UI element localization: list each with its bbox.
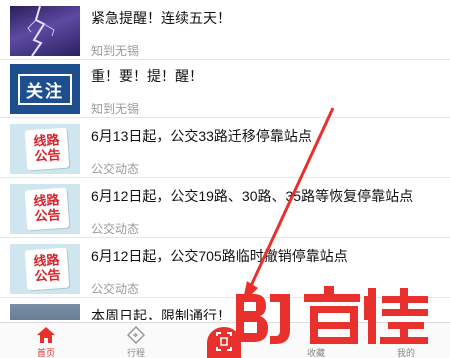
route-notice-text: 线路公告 [32,192,62,224]
list-item[interactable]: 紧急提醒！连续五天！ 知到无锡 [0,2,450,60]
list-item[interactable]: 关注 重！要！提！醒！ 知到无锡 [0,60,450,118]
news-source: 公交动态 [91,282,140,296]
tab-home[interactable]: 首页 [16,323,76,358]
news-source: 知到无锡 [91,102,140,116]
tab-trip[interactable]: 行程 [106,323,166,358]
route-notice-image: 线路公告 [10,124,80,174]
route-notice-image: 线路公告 [10,244,80,294]
news-title: 6月12日起，公交19路、30路、35路等恢复停靠站点 [91,188,414,204]
route-notice-text: 线路公告 [32,252,62,284]
news-source: 公交动态 [91,222,140,236]
list-item[interactable]: 线路公告 6月12日起，公交19路、30路、35路等恢复停靠站点 公交动态 [0,180,450,238]
news-title: 6月12日起，公交705路临时撤销停靠站点 [91,248,348,264]
route-notice-image: 线路公告 [10,184,80,234]
news-feed: 紧急提醒！连续五天！ 知到无锡 关注 重！要！提！醒！ 知到无锡 线路公告 6月… [0,0,450,320]
news-title: 重！要！提！醒！ [91,68,203,84]
follow-banner-text: 关注 [18,73,72,105]
news-title: 紧急提醒！连续五天！ [91,10,231,26]
lightning-storm-image [10,6,80,56]
news-source: 公交动态 [91,162,140,176]
home-icon [37,327,55,343]
road-image [10,304,80,320]
tab-label: 首页 [36,348,55,358]
list-item[interactable]: 线路公告 6月13日起，公交33路迁移停靠站点 公交动态 [0,120,450,178]
news-title: 6月13日起，公交33路迁移停靠站点 [91,128,312,144]
watermark-logo [236,286,428,344]
route-icon [126,326,146,344]
news-title: 本周日起，限制通行！ [91,308,231,320]
route-notice-text: 线路公告 [32,132,62,164]
tab-label: 行程 [126,348,145,358]
news-source: 知到无锡 [91,44,140,58]
follow-banner-image: 关注 [10,64,80,114]
